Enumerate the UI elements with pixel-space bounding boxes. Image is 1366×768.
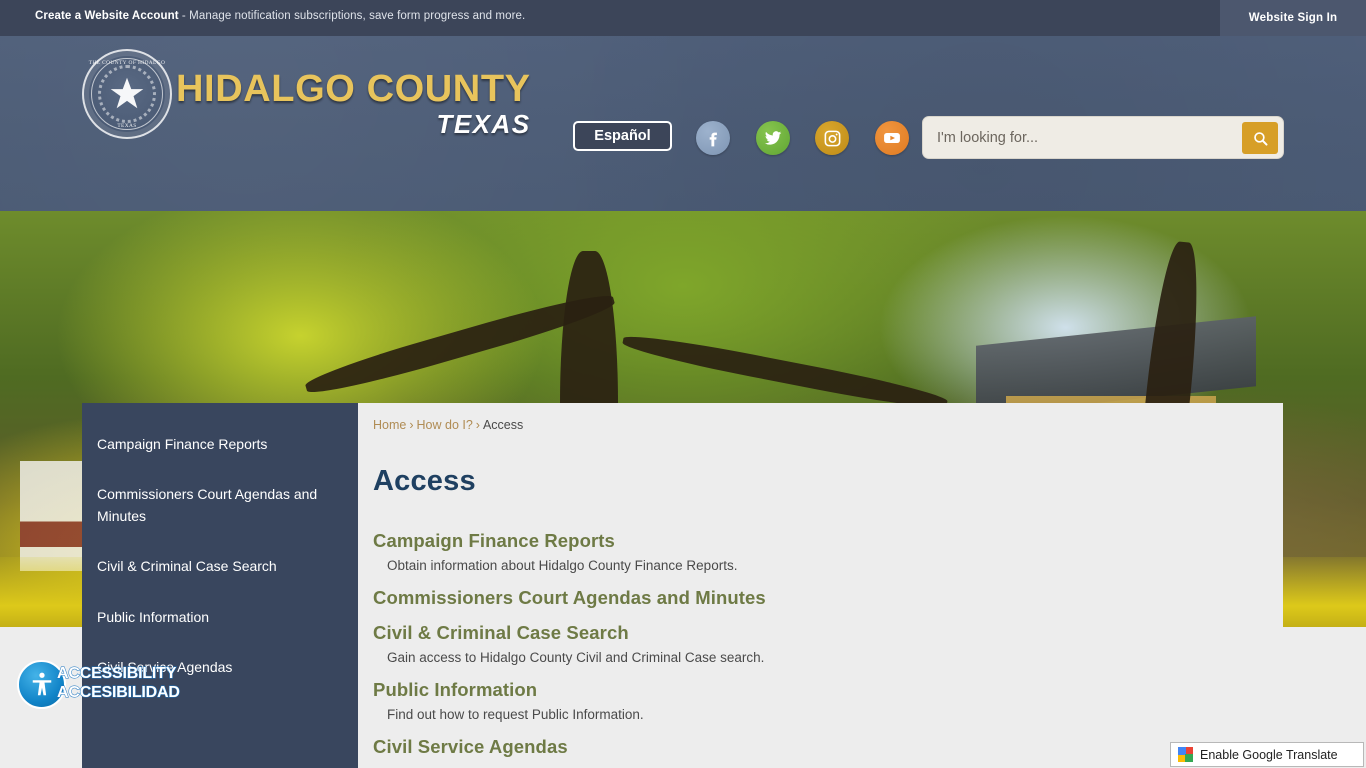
access-entry: Public Information Find out how to reques… xyxy=(373,679,1253,722)
person-accessibility-icon xyxy=(32,672,51,695)
accessibility-label-es: ACCESIBILIDAD xyxy=(57,684,181,702)
accessibility-labels: ACCESSIBILITY ACCESIBILIDAD xyxy=(57,664,181,702)
utility-bar: Create a Website Account - Manage notifi… xyxy=(0,0,1366,36)
sidebar-item[interactable]: Public Information xyxy=(82,606,358,628)
breadcrumb-parent[interactable]: How do I? xyxy=(417,418,473,432)
access-entry: Campaign Finance Reports Obtain informati… xyxy=(373,530,1253,573)
sidebar-item[interactable]: Civil & Criminal Case Search xyxy=(82,555,358,577)
access-entry: Commissioners Court Agendas and Minutes xyxy=(373,587,1253,609)
site-wordmark[interactable]: HIDALGO COUNTY TEXAS xyxy=(176,68,531,138)
espanol-button[interactable]: Español xyxy=(573,121,672,151)
section-sidebar: Campaign Finance Reports Commissioners Co… xyxy=(82,403,358,768)
breadcrumb-current: Access xyxy=(482,418,524,432)
youtube-icon[interactable] xyxy=(875,121,909,155)
access-entry-link[interactable]: Commissioners Court Agendas and Minutes xyxy=(373,587,1253,609)
website-sign-in-button[interactable]: Website Sign In xyxy=(1220,0,1366,36)
sidebar-item[interactable]: Campaign Finance Reports xyxy=(82,433,358,455)
access-entry-link[interactable]: Civil Service Agendas xyxy=(373,736,1253,758)
sidebar-item[interactable]: Commissioners Court Agendas and Minutes xyxy=(82,483,358,527)
star-icon xyxy=(110,77,144,109)
page-title: Access xyxy=(373,465,476,497)
search-button[interactable] xyxy=(1242,122,1278,154)
create-account-subtext: - Manage notification subscriptions, sav… xyxy=(178,10,526,22)
accessibility-label-en: ACCESSIBILITY xyxy=(57,665,177,683)
county-seal-logo[interactable]: THE COUNTY OF HIDALGO TEXAS xyxy=(82,49,172,139)
facebook-icon[interactable] xyxy=(696,121,730,155)
banner-tree-branch xyxy=(620,329,950,415)
enable-google-translate-button[interactable]: Enable Google Translate xyxy=(1170,742,1364,767)
search-icon xyxy=(1253,131,1268,146)
instagram-icon[interactable] xyxy=(815,121,849,155)
translate-label: Enable Google Translate xyxy=(1200,747,1338,762)
wordmark-line-2: TEXAS xyxy=(436,109,531,139)
create-account-message: Create a Website Account - Manage notifi… xyxy=(35,10,525,22)
access-entry-link[interactable]: Civil & Criminal Case Search xyxy=(373,622,1253,644)
breadcrumb-separator: › xyxy=(475,418,480,432)
create-account-link[interactable]: Create a Website Account xyxy=(35,10,179,22)
breadcrumb-separator: › xyxy=(409,418,414,432)
access-entry-link[interactable]: Public Information xyxy=(373,679,1253,701)
seal-top-text: THE COUNTY OF HIDALGO xyxy=(88,60,166,66)
access-entry: Civil & Criminal Case Search Gain access … xyxy=(373,622,1253,665)
access-entry-description: Obtain information about Hidalgo County … xyxy=(387,558,738,573)
seal-bottom-text: TEXAS xyxy=(117,123,137,129)
search-input[interactable] xyxy=(937,117,1222,158)
twitter-icon[interactable] xyxy=(756,121,790,155)
breadcrumb-home[interactable]: Home xyxy=(373,418,406,432)
access-entry-link[interactable]: Campaign Finance Reports xyxy=(373,530,1253,552)
access-entry: Civil Service Agendas xyxy=(373,736,1253,758)
wordmark-line-1: HIDALGO COUNTY xyxy=(176,68,531,110)
page-root: Create a Website Account - Manage notifi… xyxy=(0,0,1366,768)
breadcrumb: Home › How do I? › Access xyxy=(373,418,523,432)
site-search xyxy=(922,116,1284,159)
access-entry-description: Gain access to Hidalgo County Civil and … xyxy=(387,650,765,665)
content-panel: Home › How do I? › Access Access Campaign Fi… xyxy=(358,403,1283,768)
google-translate-icon xyxy=(1178,747,1193,762)
access-entry-description: Find out how to request Public Informati… xyxy=(387,707,644,722)
masthead: THE COUNTY OF HIDALGO TEXAS HIDALGO COUN… xyxy=(0,36,1366,228)
